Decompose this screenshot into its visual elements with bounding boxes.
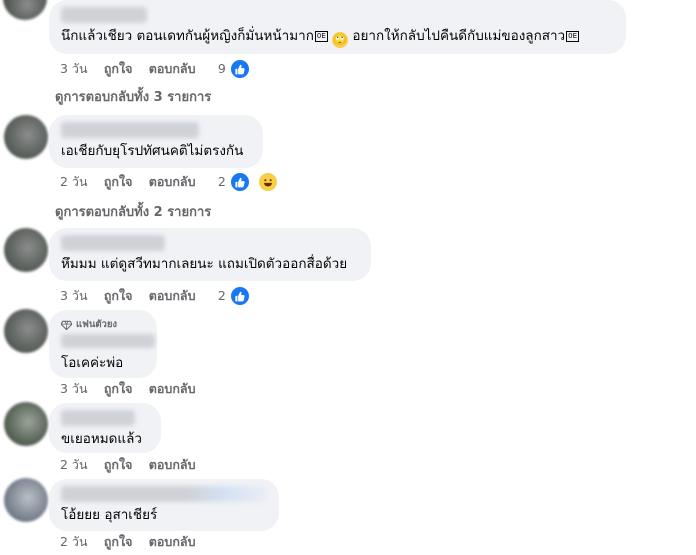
thumbs-up-icon — [228, 171, 251, 193]
timestamp[interactable]: 2 วัน — [60, 534, 88, 549]
thumbs-up-icon — [228, 285, 251, 307]
avatar[interactable] — [3, 0, 47, 20]
like-button[interactable]: ถูกใจ — [104, 534, 133, 549]
thumbs-up-icon — [228, 58, 251, 80]
view-replies-link[interactable]: ดูการตอบกลับทั้ง 2 รายการ — [55, 201, 211, 222]
badge-label: แฟนตัวยง — [76, 319, 118, 330]
commenter-name-redacted[interactable] — [61, 235, 165, 251]
reply-button[interactable]: ตอบกลับ — [149, 457, 196, 472]
reaction-summary[interactable]: 2 — [218, 171, 291, 193]
avatar[interactable] — [4, 402, 48, 446]
like-button[interactable]: ถูกใจ — [104, 288, 133, 303]
comment-text: นึกแล้วเชียว ตอนเดทกันผู้หญิงก็มั่นหน้าม… — [61, 28, 580, 48]
commenter-name-redacted[interactable] — [61, 122, 199, 138]
comment-bubble: เอเชียกับยุโรปทัศนคติไม่ตรงกัน — [49, 115, 263, 168]
comment-actions: 2 วัน ถูกใจ ตอบกลับ — [60, 532, 208, 552]
comment-text: เอเชียกับยุโรปทัศนคติไม่ตรงกัน — [61, 143, 244, 159]
commenter-name-redacted[interactable] — [61, 7, 147, 23]
reaction-count: 2 — [217, 174, 226, 189]
avatar[interactable] — [4, 115, 48, 159]
reply-button[interactable]: ตอบกลับ — [149, 534, 196, 549]
timestamp[interactable]: 2 วัน — [60, 174, 88, 189]
comment-bubble: นึกแล้วเชียว ตอนเดทกันผู้หญิงก็มั่นหน้าม… — [49, 0, 626, 54]
like-button[interactable]: ถูกใจ — [104, 381, 133, 396]
eye-roll-emoji-icon: 🙄 — [332, 32, 349, 48]
timestamp[interactable]: 2 วัน — [60, 457, 88, 472]
timestamp[interactable]: 3 วัน — [60, 288, 88, 303]
top-fan-badge: แฟนตัวยง — [61, 317, 145, 332]
comment-actions: 2 วัน ถูกใจ ตอบกลับ 2 — [60, 171, 303, 193]
reply-button[interactable]: ตอบกลับ — [149, 381, 196, 396]
comment-actions: 3 วัน ถูกใจ ตอบกลับ 2 — [60, 285, 275, 307]
comment-actions: 3 วัน ถูกใจ ตอบกลับ 9 — [60, 58, 275, 80]
commenter-name-redacted[interactable] — [61, 334, 155, 348]
avatar[interactable] — [4, 228, 48, 272]
comment-bubble: โอ้ยยย อุสาเชียร์ — [49, 479, 279, 531]
reaction-count: 9 — [217, 61, 226, 76]
avatar[interactable] — [4, 478, 48, 522]
comment-text: หึมมม แต่ดูสวีทมากเลยนะ แถมเปิดตัวออกสื่… — [61, 256, 348, 272]
avatar[interactable] — [4, 309, 48, 353]
view-replies-link[interactable]: ดูการตอบกลับทั้ง 3 รายการ — [55, 86, 211, 107]
commenter-name-redacted[interactable] — [61, 410, 135, 426]
timestamp[interactable]: 3 วัน — [60, 61, 88, 76]
comment-bubble: แฟนตัวยง โอเคค่ะพ่อ — [49, 310, 157, 378]
comment-bubble: หึมมม แต่ดูสวีทมากเลยนะ แถมเปิดตัวออกสื่… — [49, 228, 371, 281]
like-button[interactable]: ถูกใจ — [104, 457, 133, 472]
reaction-summary[interactable]: 9 — [218, 58, 263, 80]
comment-text: โอเคค่ะพ่อ — [61, 355, 124, 371]
comment-bubble: ขเยอหมดแล้ว — [49, 403, 161, 453]
timestamp[interactable]: 3 วัน — [60, 381, 88, 396]
like-button[interactable]: ถูกใจ — [104, 174, 133, 189]
reply-button[interactable]: ตอบกลับ — [149, 61, 196, 76]
reply-button[interactable]: ตอบกลับ — [149, 174, 196, 189]
comment-actions: 2 วัน ถูกใจ ตอบกลับ — [60, 455, 208, 475]
reply-button[interactable]: ตอบกลับ — [149, 288, 196, 303]
unknown-glyph: 0E — [314, 31, 328, 42]
comment-text: ขเยอหมดแล้ว — [61, 431, 142, 447]
comment-text: โอ้ยยย อุสาเชียร์ — [61, 507, 158, 523]
reaction-summary[interactable]: 2 — [218, 285, 263, 307]
unknown-glyph: 0E — [566, 31, 580, 42]
comment-actions: 3 วัน ถูกใจ ตอบกลับ — [60, 379, 208, 399]
diamond-icon — [61, 320, 72, 330]
like-button[interactable]: ถูกใจ — [104, 61, 133, 76]
reaction-count: 2 — [217, 288, 226, 303]
laughing-emoji-icon — [256, 171, 279, 193]
commenter-name-redacted[interactable] — [61, 486, 267, 502]
